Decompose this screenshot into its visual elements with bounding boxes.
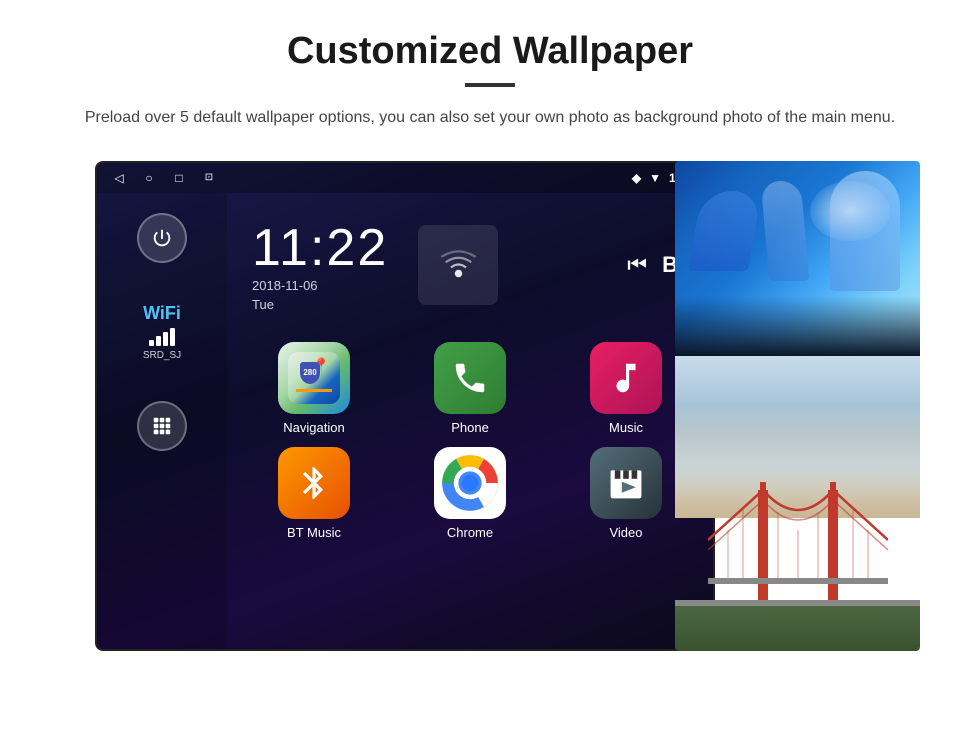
- chrome-app-icon[interactable]: [434, 447, 506, 519]
- all-apps-button[interactable]: [137, 401, 187, 451]
- back-icon[interactable]: ◁: [111, 170, 127, 186]
- video-app-icon[interactable]: [590, 447, 662, 519]
- navigation-app-icon[interactable]: 280 📍: [278, 342, 350, 414]
- wallpaper-ice-cave: [675, 161, 920, 356]
- wifi-widget: WiFi SRD_SJ: [143, 303, 181, 361]
- wifi-bars: [149, 328, 175, 346]
- main-area: 11:22 2018-11-06 Tue: [227, 193, 713, 649]
- bt-music-app-label: BT Music: [287, 525, 341, 540]
- power-button[interactable]: [137, 213, 187, 263]
- recent-icon[interactable]: □: [171, 170, 187, 186]
- wallpaper-bridge: [675, 356, 920, 651]
- title-divider: [465, 83, 515, 87]
- music-app-label: Music: [609, 420, 643, 435]
- page-title: Customized Wallpaper: [287, 30, 693, 73]
- left-sidebar: WiFi SRD_SJ: [97, 193, 227, 649]
- phone-app-label: Phone: [451, 420, 489, 435]
- clock-widget: 11:22 2018-11-06 Tue: [237, 208, 703, 322]
- page-description: Preload over 5 default wallpaper options…: [85, 105, 895, 131]
- app-item-bt-music[interactable]: BT Music: [242, 447, 386, 540]
- wifi-bar-1: [149, 340, 154, 346]
- wifi-label: WiFi: [143, 303, 181, 324]
- screenshot-icon[interactable]: ⊡: [201, 170, 217, 186]
- wifi-card-widget: [418, 225, 498, 305]
- status-bar: ◁ ○ □ ⊡ ◆ ▼ 11:22: [97, 163, 713, 193]
- skip-back-icon[interactable]: ⏮: [627, 252, 647, 278]
- page-wrapper: Customized Wallpaper Preload over 5 defa…: [0, 0, 980, 749]
- navigation-app-label: Navigation: [283, 420, 344, 435]
- wifi-bar-3: [163, 332, 168, 346]
- clock-day-value: Tue: [252, 297, 388, 312]
- status-bar-left: ◁ ○ □ ⊡: [111, 170, 217, 186]
- wifi-bar-2: [156, 336, 161, 346]
- water-layer: [675, 606, 920, 650]
- wifi-bar-4: [170, 328, 175, 346]
- home-icon[interactable]: ○: [141, 170, 157, 186]
- chrome-app-label: Chrome: [447, 525, 493, 540]
- phone-app-icon[interactable]: [434, 342, 506, 414]
- device-container: ◁ ○ □ ⊡ ◆ ▼ 11:22: [60, 161, 920, 651]
- clock-date-value: 2018-11-06: [252, 278, 388, 293]
- location-icon: ◆: [632, 171, 641, 185]
- bridge-structure: [708, 480, 888, 600]
- video-app-label: Video: [609, 525, 642, 540]
- android-screen: ◁ ○ □ ⊡ ◆ ▼ 11:22: [95, 161, 715, 651]
- clock-time: 11:22: [252, 218, 388, 278]
- wifi-network-name: SRD_SJ: [143, 350, 181, 361]
- app-item-chrome[interactable]: Chrome: [398, 447, 542, 540]
- clock-date: 2018-11-06 Tue: [252, 278, 388, 312]
- wallpaper-panel-top: [675, 161, 920, 356]
- wifi-status-icon: ▼: [649, 171, 661, 185]
- bt-music-app-icon[interactable]: [278, 447, 350, 519]
- app-item-navigation[interactable]: 280 📍 Navigation: [242, 342, 386, 435]
- screen-content: WiFi SRD_SJ: [97, 193, 713, 649]
- app-grid: 280 📍 Navigation: [237, 342, 703, 540]
- music-app-icon[interactable]: [590, 342, 662, 414]
- app-item-phone[interactable]: Phone: [398, 342, 542, 435]
- ice-dark-overlay: [675, 296, 920, 356]
- wallpaper-panel-bottom: [675, 356, 920, 651]
